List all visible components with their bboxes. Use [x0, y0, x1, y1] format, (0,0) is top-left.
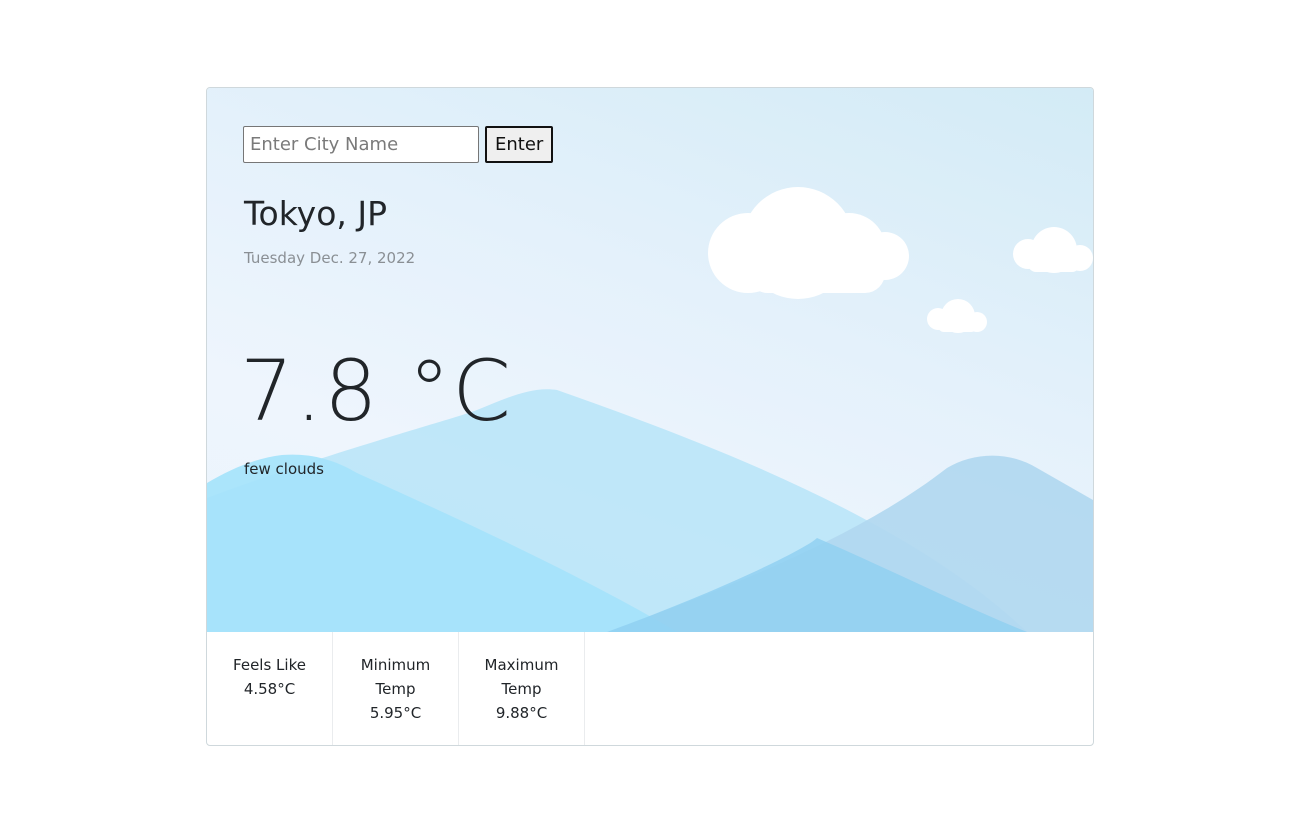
city-search-form: Enter: [243, 126, 554, 163]
weather-hero: Enter Tokyo, JP Tuesday Dec. 27, 2022 7.…: [207, 88, 1093, 632]
cloud-tiny-icon: [927, 299, 987, 333]
cloud-small-icon: [1013, 227, 1093, 273]
weather-description: few clouds: [244, 460, 324, 478]
weather-card: Enter Tokyo, JP Tuesday Dec. 27, 2022 7.…: [206, 87, 1094, 746]
stat-feels-like: Feels Like 4.58°C: [207, 632, 333, 745]
stat-label: Maximum Temp: [484, 656, 559, 698]
city-name-input[interactable]: [243, 126, 479, 163]
stat-value: 5.95°C: [369, 704, 422, 722]
stat-label: Feels Like: [233, 656, 306, 674]
cloud-large-icon: [708, 187, 909, 299]
stat-maximum-temp: Maximum Temp 9.88°C: [459, 632, 585, 745]
city-name: Tokyo, JP: [244, 194, 388, 233]
current-temperature: 7.8 °C: [240, 342, 513, 440]
current-date: Tuesday Dec. 27, 2022: [244, 249, 416, 267]
stat-label: Minimum Temp: [360, 656, 431, 698]
weather-stats: Feels Like 4.58°C Minimum Temp 5.95°C Ma…: [207, 632, 585, 745]
stat-value: 9.88°C: [495, 704, 548, 722]
enter-button[interactable]: Enter: [485, 126, 554, 163]
stat-value: 4.58°C: [243, 680, 296, 698]
stat-minimum-temp: Minimum Temp 5.95°C: [333, 632, 459, 745]
